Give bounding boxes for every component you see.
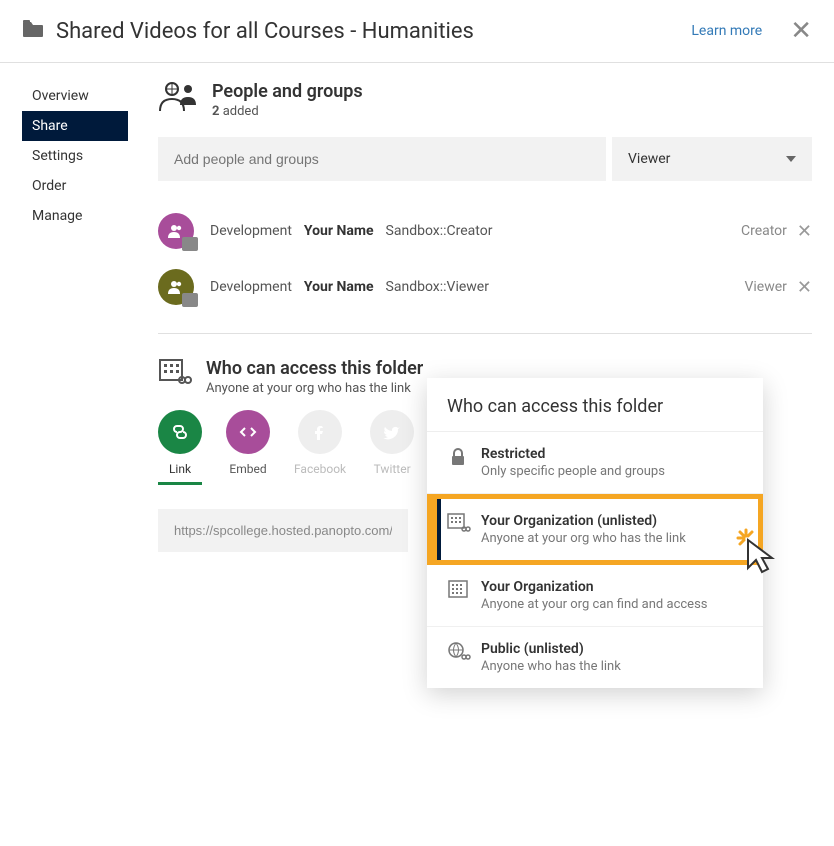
people-icon xyxy=(158,81,198,119)
person-role-label: Viewer xyxy=(744,279,786,295)
dialog-header: Shared Videos for all Courses - Humaniti… xyxy=(0,0,834,63)
role-select-value: Viewer xyxy=(628,151,670,167)
building-badge-icon xyxy=(182,237,198,251)
lock-icon xyxy=(447,446,481,472)
divider xyxy=(158,333,812,334)
access-dropdown: Who can access this folder Restricted On… xyxy=(427,378,763,688)
access-title: Who can access this folder xyxy=(206,358,423,379)
person-name: Your Name xyxy=(304,279,374,295)
person-row: Development Your Name Sandbox::Viewer Vi… xyxy=(158,259,812,315)
add-people-input[interactable] xyxy=(158,137,606,181)
building-icon xyxy=(447,579,481,603)
person-role-label: Creator xyxy=(741,223,787,239)
role-select[interactable]: Viewer xyxy=(612,137,812,181)
sidebar: Overview Share Settings Order Manage xyxy=(0,81,128,552)
sidebar-item-order[interactable]: Order xyxy=(22,171,128,201)
person-name: Your Name xyxy=(304,223,374,239)
person-role-group: Sandbox::Viewer xyxy=(386,279,489,295)
sidebar-item-share[interactable]: Share xyxy=(22,111,128,141)
share-option-facebook[interactable]: Facebook xyxy=(294,410,346,485)
person-role-group: Sandbox::Creator xyxy=(386,223,493,239)
sidebar-item-manage[interactable]: Manage xyxy=(22,201,128,231)
dropdown-option-org-unlisted[interactable]: Your Organization (unlisted) Anyone at y… xyxy=(427,494,763,565)
avatar xyxy=(158,213,194,249)
remove-person-icon[interactable]: ✕ xyxy=(797,277,812,298)
dropdown-option-org[interactable]: Your Organization Anyone at your org can… xyxy=(427,565,763,627)
remove-person-icon[interactable]: ✕ xyxy=(797,221,812,242)
sidebar-item-settings[interactable]: Settings xyxy=(22,141,128,171)
share-option-embed[interactable]: Embed xyxy=(226,410,270,485)
person-row: Development Your Name Sandbox::Creator C… xyxy=(158,203,812,259)
dropdown-option-restricted[interactable]: Restricted Only specific people and grou… xyxy=(427,432,763,494)
person-dev: Development xyxy=(210,223,292,239)
org-link-icon xyxy=(158,358,192,392)
building-badge-icon xyxy=(182,293,198,307)
globe-link-icon xyxy=(447,641,481,667)
share-url-field[interactable] xyxy=(158,509,408,552)
avatar xyxy=(158,269,194,305)
people-title: People and groups xyxy=(212,81,363,102)
folder-icon xyxy=(22,20,44,42)
dropdown-title: Who can access this folder xyxy=(427,378,763,431)
dropdown-option-public-unlisted[interactable]: Public (unlisted) Anyone who has the lin… xyxy=(427,627,763,688)
chevron-down-icon xyxy=(786,156,796,162)
access-subtitle: Anyone at your org who has the link xyxy=(206,381,423,396)
person-dev: Development xyxy=(210,279,292,295)
people-count: 2 added xyxy=(212,104,363,119)
page-title: Shared Videos for all Courses - Humaniti… xyxy=(56,19,691,44)
share-option-link[interactable]: Link xyxy=(158,410,202,485)
learn-more-link[interactable]: Learn more xyxy=(691,23,762,39)
share-option-twitter[interactable]: Twitter xyxy=(370,410,414,485)
org-link-icon xyxy=(447,513,481,539)
sidebar-item-overview[interactable]: Overview xyxy=(22,81,128,111)
people-section-header: People and groups 2 added xyxy=(158,81,812,119)
close-icon[interactable]: ✕ xyxy=(790,18,812,44)
